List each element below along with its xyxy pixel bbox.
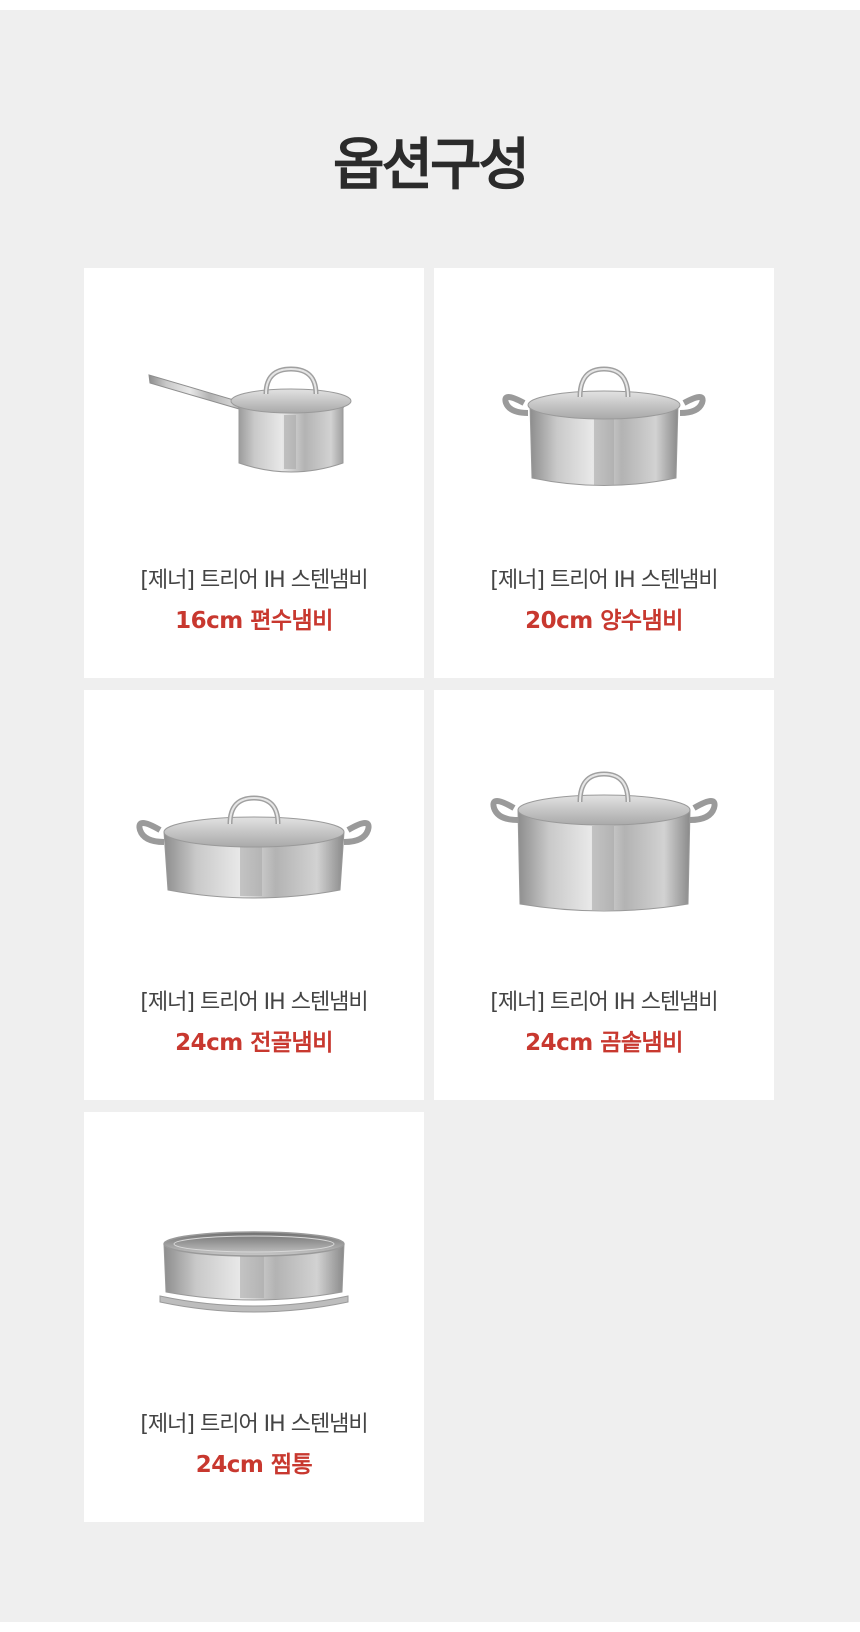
option-model-label: 24cm 전골냄비: [175, 1030, 333, 1056]
option-model-label: 20cm 양수냄비: [525, 608, 683, 634]
option-model-label: 24cm 찜통: [195, 1452, 313, 1478]
option-card-24cm-casserole[interactable]: [제너] 트리어 IH 스텐냄비 24cm 전골냄비: [84, 690, 424, 1100]
option-brand-label: [제너] 트리어 IH 스텐냄비: [140, 568, 368, 593]
option-card-24cm-steamer[interactable]: [제너] 트리어 IH 스텐냄비 24cm 찜통: [84, 1112, 424, 1522]
option-model-label: 16cm 편수냄비: [175, 608, 333, 634]
two-handle-pot-icon: [494, 363, 714, 493]
option-brand-label: [제너] 트리어 IH 스텐냄비: [140, 1412, 368, 1437]
option-brand-label: [제너] 트리어 IH 스텐냄비: [490, 990, 718, 1015]
section-title: 옵션구성: [332, 133, 530, 198]
option-card-16cm-saucepan[interactable]: [제너] 트리어 IH 스텐냄비 16cm 편수냄비: [84, 268, 424, 678]
options-section: 옵션구성 [제너] 트리어 IH 스텐냄비 16cm 편수냄비 [제너] 트리어…: [0, 10, 860, 1622]
saucepan-icon: [144, 363, 364, 483]
shallow-casserole-icon: [134, 790, 374, 910]
option-card-24cm-stockpot[interactable]: [제너] 트리어 IH 스텐냄비 24cm 곰솥냄비: [434, 690, 774, 1100]
option-brand-label: [제너] 트리어 IH 스텐냄비: [140, 990, 368, 1015]
steamer-insert-icon: [154, 1230, 354, 1320]
option-brand-label: [제너] 트리어 IH 스텐냄비: [490, 568, 718, 593]
option-card-20cm-two-handle-pot[interactable]: [제너] 트리어 IH 스텐냄비 20cm 양수냄비: [434, 268, 774, 678]
stockpot-icon: [484, 768, 724, 918]
option-model-label: 24cm 곰솥냄비: [525, 1030, 683, 1056]
